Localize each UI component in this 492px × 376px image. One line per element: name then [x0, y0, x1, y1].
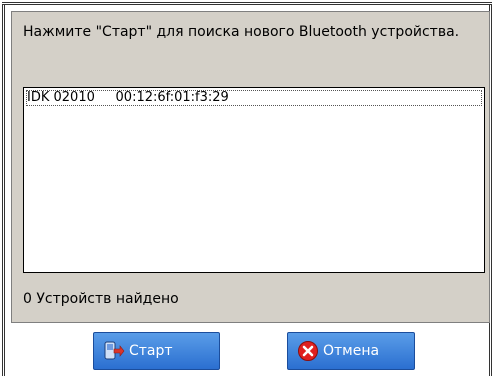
- device-name: IDK 02010: [27, 90, 95, 105]
- cancel-button[interactable]: Отмена: [287, 332, 415, 370]
- content-panel: Нажмите "Старт" для поиска нового Blueto…: [11, 11, 490, 323]
- bluetooth-search-dialog: Нажмите "Старт" для поиска нового Blueto…: [0, 0, 492, 376]
- window-border-top: [2, 2, 492, 5]
- window-border-left: [2, 4, 5, 376]
- start-button[interactable]: Старт: [93, 332, 220, 370]
- start-button-label: Старт: [129, 343, 173, 359]
- device-list-item[interactable]: IDK 02010 00:12:6f:01:f3:29: [26, 90, 482, 106]
- cancel-button-label: Отмена: [323, 343, 380, 359]
- status-text: 0 Устройств найдено: [23, 291, 179, 307]
- device-address: 00:12:6f:01:f3:29: [115, 90, 229, 105]
- device-list[interactable]: IDK 02010 00:12:6f:01:f3:29: [23, 87, 485, 273]
- instruction-text: Нажмите "Старт" для поиска нового Blueto…: [23, 24, 460, 40]
- device-arrow-icon: [103, 340, 125, 362]
- red-x-icon: [297, 340, 319, 362]
